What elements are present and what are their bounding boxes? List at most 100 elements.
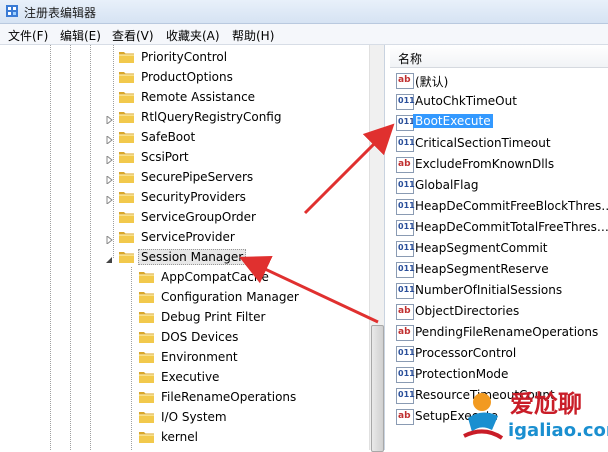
menu-edit[interactable]: 编辑(E) [60,27,101,44]
string-value-icon: ab [396,409,414,425]
tree-node[interactable]: ServiceProvider [0,227,360,247]
tree-node-label: Session Manager [138,249,247,265]
folder-icon [138,389,155,404]
collapsed-triangle-icon[interactable] [106,233,113,246]
binary-value-icon: 011 [396,178,415,194]
tree-node-label: DOS Devices [161,330,239,344]
tree-node[interactable]: Remote Assistance [0,87,360,107]
title-bar: 注册表编辑器 [0,0,608,24]
value-name: ProtectionMode [415,367,509,381]
value-row[interactable]: 011 BootExecute [390,112,608,133]
folder-icon [118,249,135,264]
expanded-triangle-icon[interactable] [106,253,113,263]
tree-node[interactable]: SecurityProviders [0,187,360,207]
value-name: (默认) [415,75,449,89]
folder-icon [118,189,135,204]
binary-value-icon: 011 [396,262,415,278]
value-row[interactable]: ab PendingFileRenameOperations [390,322,608,343]
collapsed-triangle-icon[interactable] [106,113,113,126]
collapsed-triangle-icon[interactable] [106,153,113,166]
column-header-label: 名称 [398,52,423,66]
value-row[interactable]: ab (默认) [390,70,608,91]
value-row[interactable]: 011 HeapSegmentReserve [390,259,608,280]
collapsed-triangle-icon[interactable] [106,173,113,186]
value-name: BootExecute [413,114,493,128]
binary-value-icon: 011 [396,346,415,362]
binary-value-icon: 011 [396,94,415,110]
tree-node-label: Environment [161,350,238,364]
value-row[interactable]: 011 HeapSegmentCommit [390,238,608,259]
value-name: AutoChkTimeOut [415,94,517,108]
string-value-icon: ab [396,325,414,341]
tree-node-label: ServiceProvider [141,230,235,244]
tree-node[interactable]: Configuration Manager [0,287,360,307]
collapsed-triangle-icon[interactable] [106,133,113,146]
tree-node-label: RtlQueryRegistryConfig [141,110,282,124]
folder-icon [138,309,155,324]
tree-node-label: ScsiPort [141,150,189,164]
tree-node[interactable]: ScsiPort [0,147,360,167]
menu-view[interactable]: 查看(V) [112,27,154,44]
folder-icon [118,129,135,144]
binary-value-icon: 011 [396,115,415,131]
value-name: CriticalSectionTimeout [415,136,551,150]
tree-node-label: ProductOptions [141,70,233,84]
tree-node[interactable]: Executive [0,367,360,387]
menu-file[interactable]: 文件(F) [8,27,48,44]
tree-node[interactable]: ProductOptions [0,67,360,87]
tree-node[interactable]: I/O System [0,407,360,427]
string-value-icon: ab [396,157,414,173]
registry-tree[interactable]: PriorityControl ProductOptions Remote Assi… [0,45,385,450]
tree-node[interactable]: Debug Print Filter [0,307,360,327]
tree-node-label: ServiceGroupOrder [141,210,256,224]
folder-icon [138,369,155,384]
value-name: ExcludeFromKnownDlls [415,157,555,171]
value-row[interactable]: 011 HeapDeCommitTotalFreeThres… [390,217,608,238]
value-row[interactable]: ab ObjectDirectories [390,301,608,322]
binary-value-icon: 011 [396,283,415,299]
menu-favorites[interactable]: 收藏夹(A) [166,27,220,44]
tree-node[interactable]: Environment [0,347,360,367]
folder-icon [118,149,135,164]
tree-node[interactable]: DOS Devices [0,327,360,347]
tree-node[interactable]: PriorityControl [0,47,360,67]
value-name: PendingFileRenameOperations [415,325,599,339]
value-row[interactable]: ab ExcludeFromKnownDlls [390,154,608,175]
tree-scrollbar[interactable] [369,45,384,452]
tree-node-label: SecurePipeServers [141,170,254,184]
tree-node[interactable]: ServiceGroupOrder [0,207,360,227]
tree-scrollbar-thumb[interactable] [371,325,384,452]
tree-node-label: Debug Print Filter [161,310,266,324]
tree-node[interactable]: AppCompatCache [0,267,360,287]
value-row[interactable]: 011 GlobalFlag [390,175,608,196]
value-row[interactable]: 011 HeapDeCommitFreeBlockThres… [390,196,608,217]
collapsed-triangle-icon[interactable] [106,193,113,206]
value-row[interactable]: 011 NumberOfInitialSessions [390,280,608,301]
column-header-name[interactable]: 名称 [390,45,608,68]
value-row[interactable]: 011 AutoChkTimeOut [390,91,608,112]
value-name: NumberOfInitialSessions [415,283,563,297]
tree-node-label: kernel [161,430,198,444]
tree-node[interactable]: RtlQueryRegistryConfig [0,107,360,127]
folder-icon [138,429,155,444]
folder-icon [118,169,135,184]
tree-node-label: FileRenameOperations [161,390,297,404]
string-value-icon: ab [396,73,414,89]
tree-node[interactable]: Session Manager [0,247,360,267]
tree-node-label: Executive [161,370,220,384]
value-name: HeapDeCommitFreeBlockThres… [415,199,608,213]
string-value-icon: ab [396,304,414,320]
menu-help[interactable]: 帮助(H) [232,27,274,44]
value-name: GlobalFlag [415,178,479,192]
tree-node-label: I/O System [161,410,227,424]
watermark-url: igaliao.com [508,420,608,441]
tree-node[interactable]: kernel [0,427,360,447]
value-name: HeapSegmentCommit [415,241,548,255]
folder-icon [118,229,135,244]
tree-node[interactable]: SafeBoot [0,127,360,147]
value-row[interactable]: 011 CriticalSectionTimeout [390,133,608,154]
value-row[interactable]: 011 ProcessorControl [390,343,608,364]
tree-node[interactable]: FileRenameOperations [0,387,360,407]
regedit-app-icon [6,5,18,17]
tree-node[interactable]: SecurePipeServers [0,167,360,187]
